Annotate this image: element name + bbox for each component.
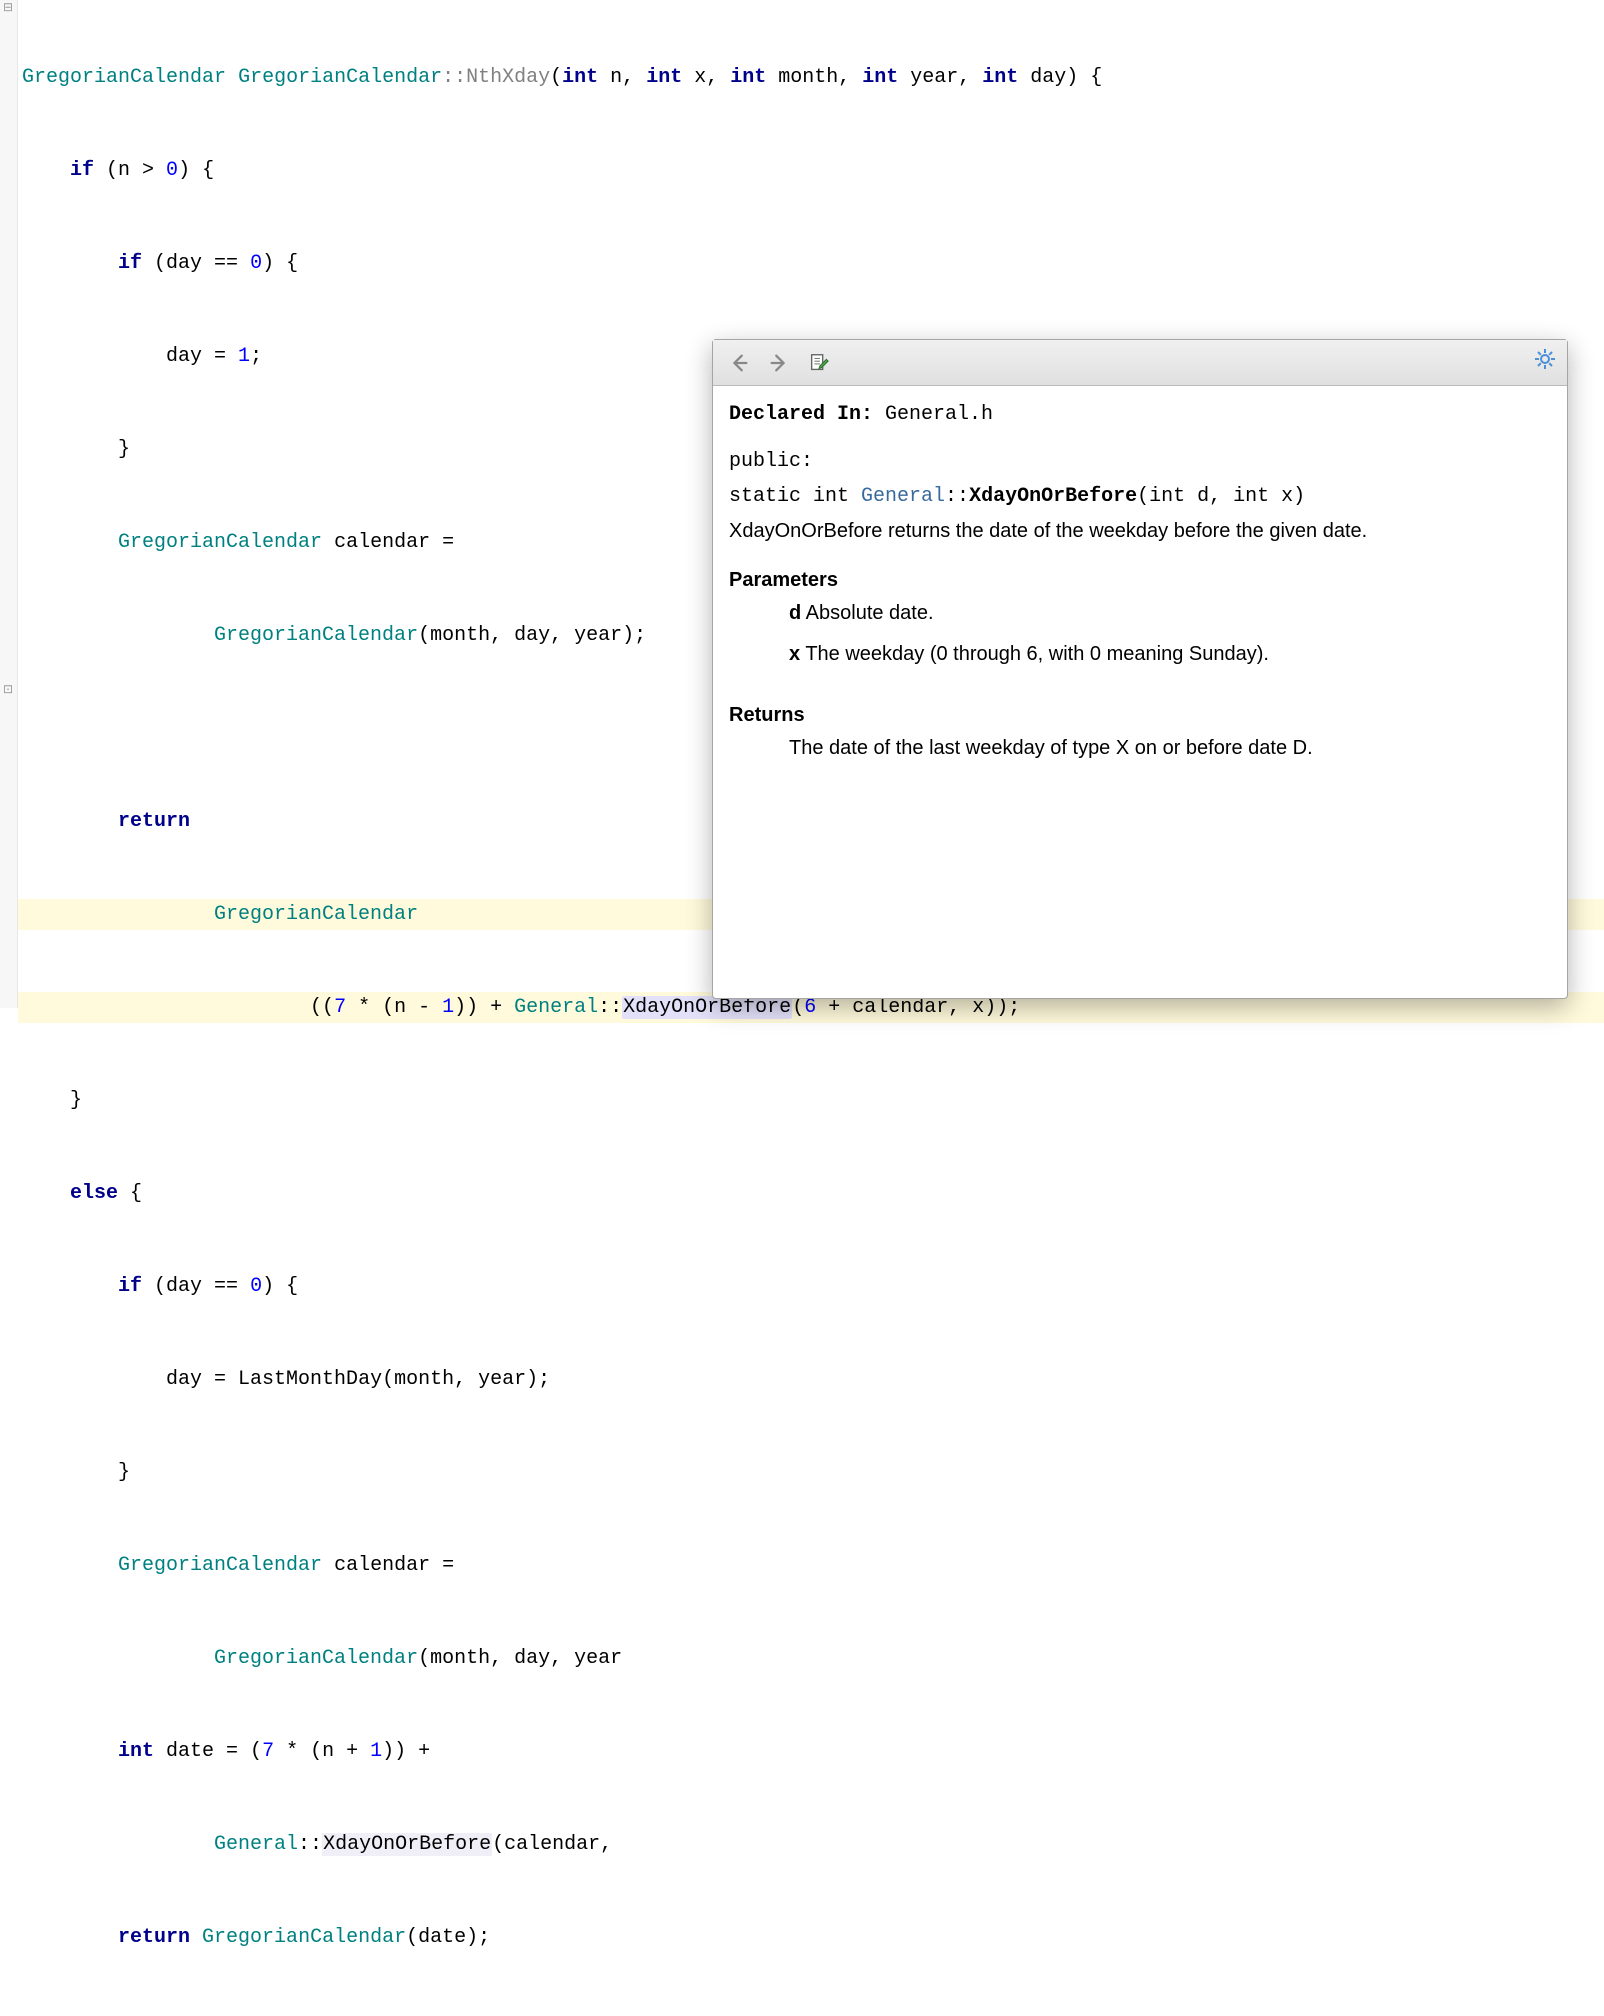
declared-in-value: General.h <box>873 403 993 426</box>
back-button[interactable] <box>723 347 755 379</box>
code-line-2[interactable]: if (n > 0) { <box>22 155 1604 186</box>
param-x: x The weekday (0 through 6, with 0 meani… <box>789 639 1551 670</box>
settings-button[interactable] <box>1533 347 1557 376</box>
arrow-left-icon <box>728 352 750 374</box>
documentation-popup: Declared In: General.h public: static in… <box>712 339 1568 999</box>
code-line-14[interactable]: if (day == 0) { <box>22 1271 1604 1302</box>
code-line-1[interactable]: GregorianCalendar GregorianCalendar::Nth… <box>22 62 1604 93</box>
popup-body: Declared In: General.h public: static in… <box>713 386 1567 998</box>
gear-icon <box>1533 347 1557 371</box>
edit-icon <box>808 352 830 374</box>
declared-in-line: Declared In: General.h <box>729 398 1551 430</box>
description-text: XdayOnOrBefore returns the date of the w… <box>729 516 1551 547</box>
editor-gutter: ⊟ ⊡ <box>0 0 18 1008</box>
returns-description: The date of the last weekday of type X o… <box>789 733 1551 764</box>
edit-source-button[interactable] <box>803 347 835 379</box>
fold-expand-icon[interactable]: ⊡ <box>3 682 13 697</box>
forward-button[interactable] <box>763 347 795 379</box>
code-line-3[interactable]: if (day == 0) { <box>22 248 1604 279</box>
returns-title: Returns <box>729 700 1551 731</box>
code-line-17[interactable]: GregorianCalendar calendar = <box>22 1550 1604 1581</box>
code-line-18[interactable]: GregorianCalendar(month, day, year <box>22 1643 1604 1674</box>
code-line-15[interactable]: day = LastMonthDay(month, year); <box>22 1364 1604 1395</box>
code-line-20[interactable]: General::XdayOnOrBefore(calendar, <box>22 1829 1604 1860</box>
symbol-xdayonorbefore[interactable]: XdayOnOrBefore <box>322 1833 492 1856</box>
signature-class[interactable]: General <box>861 485 945 508</box>
fold-collapse-icon[interactable]: ⊟ <box>3 0 13 15</box>
code-line-12[interactable]: } <box>22 1085 1604 1116</box>
code-line-22[interactable]: } <box>22 2015 1604 2016</box>
arrow-right-icon <box>768 352 790 374</box>
signature-method: XdayOnOrBefore <box>969 485 1137 508</box>
code-line-16[interactable]: } <box>22 1457 1604 1488</box>
param-d: d Absolute date. <box>789 598 1551 629</box>
code-line-19[interactable]: int date = (7 * (n + 1)) + <box>22 1736 1604 1767</box>
popup-toolbar <box>713 340 1567 386</box>
signature-line: static int General::XdayOnOrBefore(int d… <box>729 481 1551 512</box>
access-modifier: public: <box>729 446 1551 477</box>
declared-in-label: Declared In: <box>729 403 873 426</box>
code-line-13[interactable]: else { <box>22 1178 1604 1209</box>
code-line-21[interactable]: return GregorianCalendar(date); <box>22 1922 1604 1953</box>
parameters-title: Parameters <box>729 565 1551 596</box>
